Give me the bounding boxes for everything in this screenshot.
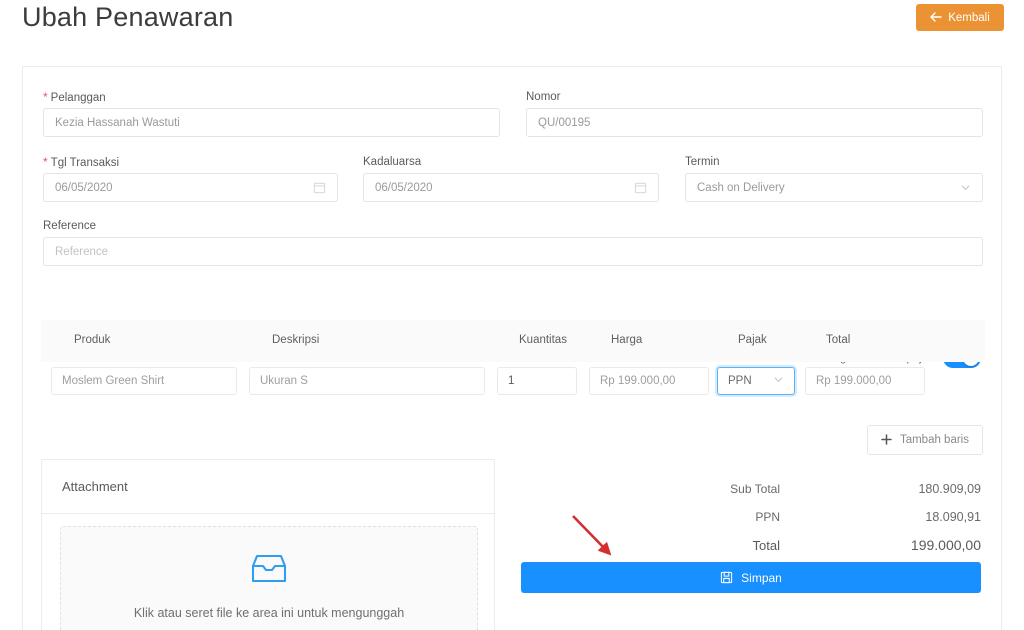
- number-value: QU/00195: [538, 116, 591, 129]
- calendar-icon[interactable]: [313, 181, 326, 194]
- totals-row-ppn: PPN 18.090,91: [521, 503, 981, 531]
- subtotal-value: 180.909,09: [918, 482, 981, 496]
- attachment-divider: [42, 513, 494, 514]
- page-title: Ubah Penawaran: [22, 2, 234, 32]
- save-button-label: Simpan: [741, 570, 782, 585]
- row-tax-select[interactable]: PPN: [717, 367, 795, 395]
- row-product-value: Moslem Green Shirt: [62, 375, 165, 387]
- attachment-card: Attachment Klik atau seret file ke area …: [41, 459, 495, 630]
- row-quantity-value: 1: [508, 375, 515, 387]
- transaction-date-value: 06/05/2020: [55, 181, 113, 194]
- ppn-value: 18.090,91: [925, 510, 981, 524]
- total-label: Total: [752, 537, 780, 553]
- back-button-label: Kembali: [948, 11, 990, 24]
- form-card: * Pelanggan Kezia Hassanah Wastuti Nomor …: [22, 66, 1002, 630]
- number-label: Nomor: [526, 91, 561, 103]
- required-asterisk: *: [43, 155, 48, 169]
- column-header-deskripsi: Deskripsi: [272, 334, 320, 346]
- save-button[interactable]: Simpan: [521, 562, 981, 593]
- chevron-down-icon[interactable]: [960, 182, 971, 193]
- column-header-produk: Produk: [74, 334, 111, 346]
- attachment-dropzone[interactable]: Klik atau seret file ke area ini untuk m…: [60, 526, 478, 630]
- transaction-date-input[interactable]: 06/05/2020: [43, 173, 338, 202]
- add-row-button[interactable]: Tambah baris: [866, 425, 983, 455]
- reference-label: Reference: [43, 220, 97, 232]
- total-value: 199.000,00: [910, 537, 981, 553]
- number-input[interactable]: QU/00195: [526, 108, 983, 137]
- column-header-total: Total: [826, 334, 851, 346]
- customer-value: Kezia Hassanah Wastuti: [55, 116, 180, 129]
- reference-input[interactable]: Reference: [43, 237, 983, 266]
- dropzone-text: Klik atau seret file ke area ini untuk m…: [133, 605, 405, 620]
- term-value: Cash on Delivery: [697, 181, 785, 194]
- save-icon: [720, 571, 733, 584]
- ppn-label: PPN: [755, 510, 780, 524]
- row-tax-value: PPN: [728, 375, 752, 387]
- totals-row-total: Total 199.000,00: [521, 531, 981, 559]
- row-description-input[interactable]: Ukuran S: [249, 367, 485, 395]
- items-table-header: Produk Deskripsi Kuantitas Harga Pajak T…: [41, 320, 985, 362]
- page-root: Ubah Penawaran Kembali * Pelanggan Kezia …: [0, 0, 1024, 630]
- row-quantity-input[interactable]: 1: [497, 367, 577, 395]
- totals-section: Sub Total 180.909,09 PPN 18.090,91 Total…: [521, 475, 981, 559]
- row-price-value: Rp 199.000,00: [600, 375, 676, 387]
- row-total-input[interactable]: Rp 199.000,00: [805, 367, 925, 395]
- plus-icon: [881, 433, 892, 447]
- column-header-kuantitas: Kuantitas: [519, 334, 567, 346]
- back-button[interactable]: Kembali: [916, 4, 1004, 31]
- row-description-value: Ukuran S: [260, 375, 308, 387]
- expiry-date-input[interactable]: 06/05/2020: [363, 173, 659, 202]
- row-product-input[interactable]: Moslem Green Shirt: [51, 367, 237, 395]
- row-price-input[interactable]: Rp 199.000,00: [589, 367, 709, 395]
- calendar-icon[interactable]: [634, 181, 647, 194]
- column-header-harga: Harga: [611, 334, 643, 346]
- transaction-date-label: * Tgl Transaksi: [43, 155, 120, 169]
- totals-row-subtotal: Sub Total 180.909,09: [521, 475, 981, 503]
- subtotal-label: Sub Total: [730, 482, 780, 496]
- column-header-pajak: Pajak: [738, 334, 767, 346]
- customer-label: * Pelanggan: [43, 90, 106, 104]
- inbox-icon: [250, 553, 288, 590]
- chevron-down-icon[interactable]: [773, 374, 784, 388]
- term-select[interactable]: Cash on Delivery: [685, 173, 983, 202]
- row-total-value: Rp 199.000,00: [816, 375, 892, 387]
- customer-input[interactable]: Kezia Hassanah Wastuti: [43, 108, 500, 137]
- attachment-title: Attachment: [62, 479, 128, 494]
- expiry-date-label: Kadaluarsa: [363, 156, 422, 168]
- term-label: Termin: [685, 156, 720, 168]
- arrow-left-icon: [930, 11, 942, 24]
- reference-placeholder: Reference: [55, 245, 109, 258]
- expiry-date-value: 06/05/2020: [375, 181, 433, 194]
- required-asterisk: *: [43, 90, 48, 104]
- add-row-label: Tambah baris: [899, 434, 969, 446]
